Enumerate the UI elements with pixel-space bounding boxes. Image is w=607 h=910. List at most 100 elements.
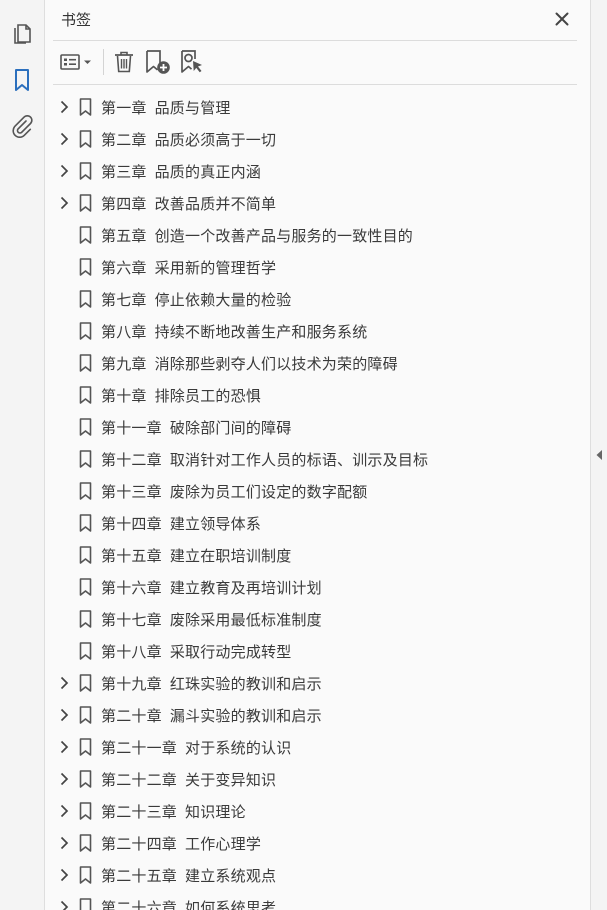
bookmark-icon — [78, 802, 92, 820]
chevron-right-icon[interactable] — [58, 868, 70, 882]
bookmark-icon — [78, 290, 92, 308]
bookmark-item[interactable]: 第十七章 废除采用最低标准制度 — [45, 603, 565, 635]
bookmark-label: 第一章 品质与管理 — [101, 97, 231, 118]
page-thumbnails-icon[interactable] — [9, 20, 35, 46]
bookmark-title: 品质与管理 — [154, 99, 231, 117]
bookmark-chapter: 第十七章 — [101, 611, 162, 629]
bookmark-item[interactable]: 第二十六章 如何系统思考 — [45, 891, 565, 910]
bookmark-title: 品质必须高于一切 — [154, 131, 277, 149]
bookmark-icon — [78, 450, 92, 468]
bookmark-chapter: 第二十四章 — [101, 835, 178, 853]
bookmark-chapter: 第十八章 — [101, 643, 162, 661]
bookmark-chapter: 第二十五章 — [101, 867, 178, 885]
bookmark-item[interactable]: 第十五章 建立在职培训制度 — [45, 539, 565, 571]
bookmark-label: 第十五章 建立在职培训制度 — [101, 545, 291, 566]
bookmark-chapter: 第二章 — [101, 131, 147, 149]
bookmark-chapter: 第二十章 — [101, 707, 162, 725]
bookmark-item[interactable]: 第三章 品质的真正内涵 — [45, 155, 565, 187]
bookmark-icon — [78, 546, 92, 564]
bookmark-icon — [78, 738, 92, 756]
chevron-right-icon[interactable] — [58, 836, 70, 850]
bookmark-icon — [78, 770, 92, 788]
bookmark-item[interactable]: 第十八章 采取行动完成转型 — [45, 635, 565, 667]
bookmark-item[interactable]: 第二章 品质必须高于一切 — [45, 123, 565, 155]
bookmark-label: 第十章 排除员工的恐惧 — [101, 385, 261, 406]
bookmark-title: 品质的真正内涵 — [154, 163, 262, 181]
bookmark-icon — [78, 834, 92, 852]
bookmark-item[interactable]: 第一章 品质与管理 — [45, 91, 565, 123]
bookmark-item[interactable]: 第七章 停止依赖大量的检验 — [45, 283, 565, 315]
bookmark-title: 漏斗实验的教训和启示 — [169, 707, 322, 725]
attachments-icon[interactable] — [9, 113, 35, 139]
bookmark-icon — [78, 898, 92, 910]
bookmark-item[interactable]: 第十六章 建立教育及再培训计划 — [45, 571, 565, 603]
bookmark-item[interactable]: 第十九章 红珠实验的教训和启示 — [45, 667, 565, 699]
chevron-right-icon[interactable] — [58, 196, 70, 210]
bookmark-title: 停止依赖大量的检验 — [154, 291, 292, 309]
bookmark-item[interactable]: 第十二章 取消针对工作人员的标语、训示及目标 — [45, 443, 565, 475]
right-panel-edge — [590, 0, 607, 910]
new-bookmark-icon[interactable] — [144, 49, 172, 75]
bookmark-item[interactable]: 第二十五章 建立系统观点 — [45, 859, 565, 891]
bookmark-title: 消除那些剥夺人们以技术为荣的障碍 — [154, 355, 398, 373]
bookmark-icon — [78, 162, 92, 180]
bookmark-icon — [78, 130, 92, 148]
close-icon[interactable] — [552, 9, 572, 29]
bookmark-item[interactable]: 第二十三章 知识理论 — [45, 795, 565, 827]
bookmark-item[interactable]: 第五章 创造一个改善产品与服务的一致性目的 — [45, 219, 565, 251]
chevron-right-icon[interactable] — [58, 100, 70, 114]
bookmark-icon — [78, 386, 92, 404]
chevron-right-icon[interactable] — [58, 676, 70, 690]
bookmark-icon — [78, 578, 92, 596]
bookmark-icon — [78, 610, 92, 628]
bookmark-chapter: 第五章 — [101, 227, 147, 245]
chevron-right-icon[interactable] — [58, 804, 70, 818]
bookmark-item[interactable]: 第八章 持续不断地改善生产和服务系统 — [45, 315, 565, 347]
bookmark-item[interactable]: 第二十二章 关于变异知识 — [45, 763, 565, 795]
chevron-right-icon[interactable] — [58, 708, 70, 722]
bookmark-chapter: 第一章 — [101, 99, 147, 117]
bookmark-item[interactable]: 第六章 采用新的管理哲学 — [45, 251, 565, 283]
navigation-rail — [0, 0, 45, 910]
bookmark-chapter: 第二十三章 — [101, 803, 178, 821]
bookmark-label: 第二十章 漏斗实验的教训和启示 — [101, 705, 322, 726]
bookmark-title: 建立领导体系 — [169, 515, 262, 533]
bookmark-item[interactable]: 第十一章 破除部门间的障碍 — [45, 411, 565, 443]
bookmark-title: 采用新的管理哲学 — [154, 259, 277, 277]
collapse-panel-icon[interactable] — [594, 448, 604, 462]
bookmark-item[interactable]: 第四章 改善品质并不简单 — [45, 187, 565, 219]
bookmark-chapter: 第二十六章 — [101, 899, 178, 910]
bookmark-label: 第八章 持续不断地改善生产和服务系统 — [101, 321, 367, 342]
bookmark-title: 破除部门间的障碍 — [169, 419, 292, 437]
chevron-right-icon[interactable] — [58, 740, 70, 754]
bookmark-icon — [78, 866, 92, 884]
bookmark-label: 第十四章 建立领导体系 — [101, 513, 261, 534]
options-menu-icon[interactable] — [59, 49, 97, 75]
bookmark-item[interactable]: 第二十一章 对于系统的认识 — [45, 731, 565, 763]
bookmark-icon — [78, 706, 92, 724]
delete-bookmark-icon[interactable] — [112, 49, 136, 75]
bookmark-label: 第十二章 取消针对工作人员的标语、训示及目标 — [101, 449, 428, 470]
bookmark-item[interactable]: 第二十章 漏斗实验的教训和启示 — [45, 699, 565, 731]
bookmark-chapter: 第七章 — [101, 291, 147, 309]
bookmark-item[interactable]: 第十三章 废除为员工们设定的数字配额 — [45, 475, 565, 507]
bookmark-item[interactable]: 第九章 消除那些剥夺人们以技术为荣的障碍 — [45, 347, 565, 379]
bookmarks-icon[interactable] — [9, 67, 35, 93]
bookmark-title: 废除为员工们设定的数字配额 — [169, 483, 368, 501]
chevron-right-icon[interactable] — [58, 132, 70, 146]
bookmark-icon — [78, 322, 92, 340]
chevron-right-icon[interactable] — [58, 900, 70, 910]
bookmark-icon — [78, 226, 92, 244]
bookmark-label: 第二十六章 如何系统思考 — [101, 897, 276, 910]
chevron-right-icon[interactable] — [58, 772, 70, 786]
bookmark-label: 第十九章 红珠实验的教训和启示 — [101, 673, 322, 694]
bookmark-item[interactable]: 第十章 排除员工的恐惧 — [45, 379, 565, 411]
bookmark-label: 第三章 品质的真正内涵 — [101, 161, 261, 182]
bookmark-item[interactable]: 第二十四章 工作心理学 — [45, 827, 565, 859]
chevron-right-icon[interactable] — [58, 164, 70, 178]
panel-title: 书签 — [61, 11, 92, 29]
bookmark-item[interactable]: 第十四章 建立领导体系 — [45, 507, 565, 539]
find-current-bookmark-icon[interactable] — [179, 49, 205, 75]
bookmark-chapter: 第十四章 — [101, 515, 162, 533]
bookmark-label: 第六章 采用新的管理哲学 — [101, 257, 276, 278]
